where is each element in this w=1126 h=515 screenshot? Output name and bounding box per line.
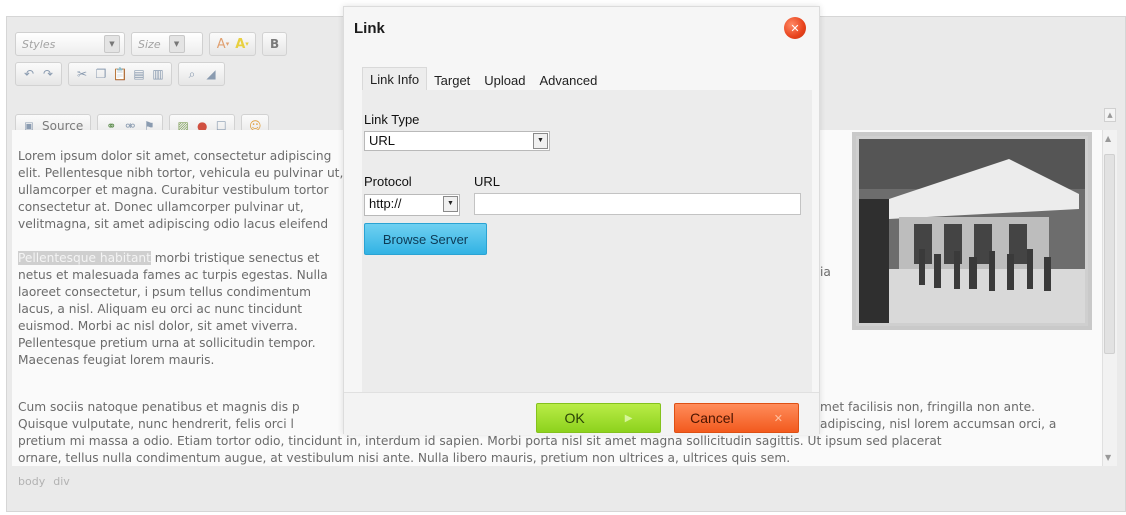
styles-combo-label: Styles xyxy=(22,37,56,51)
path-item-div[interactable]: div xyxy=(53,475,70,488)
dialog-tabs: Link Info Target Upload Advanced xyxy=(362,67,604,91)
size-combo[interactable]: Size ▼ xyxy=(131,32,203,56)
scroll-up-icon[interactable]: ▲ xyxy=(1105,134,1111,143)
copy-icon[interactable]: ❐ xyxy=(93,66,109,82)
chevron-down-icon[interactable]: ▼ xyxy=(533,133,548,149)
tab-advanced[interactable]: Advanced xyxy=(533,69,605,91)
background-color-icon[interactable]: A ▾ xyxy=(234,36,250,52)
protocol-label: Protocol xyxy=(364,174,412,189)
protocol-value: http:// xyxy=(369,196,402,211)
link-info-panel: Link Type URL ▼ Protocol URL http:// ▼ B… xyxy=(362,90,812,392)
element-path-bar: body div xyxy=(6,470,1116,492)
ok-button[interactable]: OK ▶ xyxy=(536,403,661,433)
play-arrow-icon: ▶ xyxy=(624,412,633,424)
size-combo-label: Size xyxy=(138,37,161,51)
link-type-value: URL xyxy=(369,133,396,148)
protocol-select[interactable]: http:// ▼ xyxy=(364,194,460,216)
basic-styles-group: B xyxy=(262,32,288,56)
scroll-down-icon[interactable]: ▼ xyxy=(1105,453,1111,462)
toolbar-row-1: Styles ▼ Size ▼ A ▾ A ▾ B xyxy=(15,31,288,57)
paragraph-3-line-1-right: met facilisis non, fringilla non ante. xyxy=(820,400,1036,414)
paragraph-2-text: morbi tristique senectus et netus et mal… xyxy=(18,251,328,367)
browse-server-button[interactable]: Browse Server xyxy=(364,223,487,255)
tab-upload[interactable]: Upload xyxy=(477,69,532,91)
color-group: A ▾ A ▾ xyxy=(209,32,256,56)
eraser-icon[interactable]: ◢ xyxy=(203,66,219,82)
undo-group: ↶ ↷ xyxy=(15,62,62,86)
photo-image[interactable] xyxy=(852,132,1092,330)
dialog-title: Link xyxy=(354,20,385,37)
paste-text-icon[interactable]: ▤ xyxy=(131,66,147,82)
undo-icon[interactable]: ↶ xyxy=(21,66,37,82)
cut-icon[interactable]: ✂ xyxy=(74,66,90,82)
tab-target[interactable]: Target xyxy=(427,69,477,91)
toolbar-row-2: ↶ ↷ ✂ ❐ 📋 ▤ ▥ ⌕ ◢ xyxy=(15,61,225,87)
redo-icon[interactable]: ↷ xyxy=(40,66,56,82)
paragraph-1-text: Lorem ipsum dolor sit amet, consectetur … xyxy=(18,149,344,231)
paragraph-3-line-3: pretium mi massa a odio. Etiam tortor od… xyxy=(18,434,942,448)
paste-icon[interactable]: 📋 xyxy=(112,66,128,82)
cancel-button[interactable]: Cancel ✕ xyxy=(674,403,799,433)
find-group: ⌕ ◢ xyxy=(178,62,225,86)
link-type-label: Link Type xyxy=(364,112,420,127)
close-icon: ✕ xyxy=(773,412,783,425)
paragraph-2-fragment: ia xyxy=(820,265,831,279)
paragraph-3-line-4: ornare, tellus nulla condimentum augue, … xyxy=(18,451,791,465)
scroll-up-arrow-icon[interactable]: ▲ xyxy=(1104,108,1116,122)
paragraph-3-line-2: Quisque vulputate, nunc hendrerit, felis… xyxy=(18,417,294,431)
url-input[interactable] xyxy=(474,193,801,215)
bold-button[interactable]: B xyxy=(268,37,281,51)
close-icon[interactable]: ✕ xyxy=(784,17,806,39)
text-color-icon[interactable]: A ▾ xyxy=(215,36,231,52)
link-dialog: Link ✕ Link Info Target Upload Advanced … xyxy=(343,6,820,435)
chevron-down-icon[interactable]: ▼ xyxy=(443,196,458,212)
tab-link-info[interactable]: Link Info xyxy=(362,67,428,91)
find-icon[interactable]: ⌕ xyxy=(184,66,200,82)
photo-content xyxy=(859,139,1085,323)
paragraph-1: Lorem ipsum dolor sit amet, consectetur … xyxy=(12,130,354,233)
paragraph-2: Pellentesque habitant morbi tristique se… xyxy=(12,250,354,369)
chevron-down-icon: ▼ xyxy=(168,35,185,53)
path-item-body[interactable]: body xyxy=(18,475,45,488)
clipboard-group: ✂ ❐ 📋 ▤ ▥ xyxy=(68,62,172,86)
styles-combo[interactable]: Styles ▼ xyxy=(15,32,125,56)
dialog-footer: OK ▶ Cancel ✕ xyxy=(344,392,819,435)
paragraph-3-line-1: Cum sociis natoque penatibus et magnis d… xyxy=(18,400,300,414)
ok-button-label: OK xyxy=(564,410,585,426)
highlighted-text: Pellentesque habitant xyxy=(18,251,151,265)
paragraph-3-line-2-right: adipiscing, nisl lorem accumsan orci, a xyxy=(820,417,1057,431)
scrollbar-thumb[interactable] xyxy=(1104,154,1115,354)
paste-word-icon[interactable]: ▥ xyxy=(150,66,166,82)
chevron-down-icon: ▼ xyxy=(104,35,120,53)
link-type-select[interactable]: URL ▼ xyxy=(364,131,550,151)
cancel-button-label: Cancel xyxy=(690,410,734,426)
building-photo-icon xyxy=(859,139,1085,323)
url-label: URL xyxy=(474,174,501,189)
vertical-scrollbar[interactable]: ▲ ▼ xyxy=(1102,130,1117,466)
